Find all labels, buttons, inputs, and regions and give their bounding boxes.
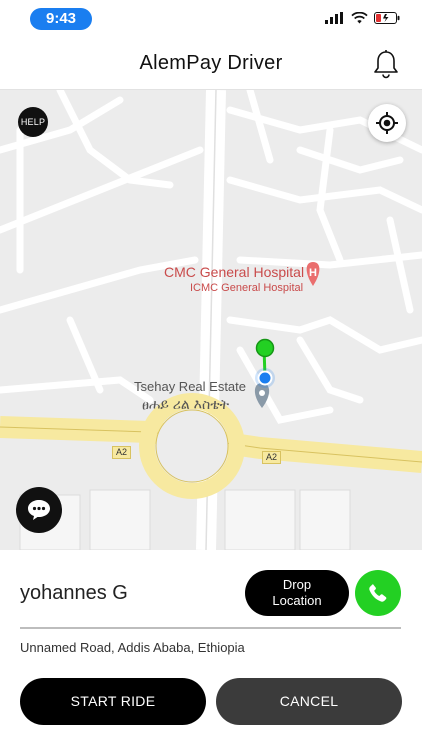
my-location-button[interactable]	[368, 104, 406, 142]
start-ride-button[interactable]: START RIDE	[20, 678, 206, 725]
estate-name-label: Tsehay Real Estate	[134, 379, 247, 394]
help-button[interactable]: HELP	[18, 107, 48, 137]
call-button[interactable]	[355, 570, 401, 616]
drop-location-label-line2: Location	[272, 593, 322, 608]
estate-name-amharic-label: ፀሐይ ሪል እስቴት	[142, 396, 230, 412]
svg-text:H: H	[309, 267, 317, 279]
rider-name: yohannes G	[20, 582, 128, 604]
status-bar: 9:43	[0, 0, 422, 38]
cancel-button[interactable]: CANCEL	[216, 678, 402, 725]
battery-icon	[374, 12, 400, 24]
status-time: 9:43	[30, 8, 92, 30]
hospital-name-label: CMC General Hospital	[164, 264, 305, 280]
map-view[interactable]: H CMC General Hospital ICMC General Hosp…	[0, 90, 422, 550]
current-location-marker-icon	[255, 368, 275, 388]
app-header: AlemPay Driver	[0, 38, 422, 90]
cellular-signal-icon	[325, 12, 343, 24]
road-label-a2-right: A2	[262, 451, 282, 464]
drop-location-label-line1: Drop	[282, 577, 312, 592]
status-icons	[325, 12, 400, 24]
page-title: AlemPay Driver	[139, 52, 283, 74]
map-tiles: H	[0, 90, 422, 550]
bell-icon[interactable]	[370, 48, 402, 80]
crosshair-icon	[376, 112, 398, 134]
chat-button[interactable]	[16, 487, 62, 533]
hospital-subtitle-label: ICMC General Hospital	[190, 282, 304, 294]
drop-location-button[interactable]: Drop Location	[245, 570, 349, 616]
pickup-marker-icon	[255, 338, 275, 358]
pickup-address: Unnamed Road, Addis Ababa, Ethiopia	[20, 640, 245, 655]
wifi-icon	[351, 12, 368, 24]
phone-icon	[369, 584, 387, 602]
road-label-a2-left: A2	[112, 446, 132, 459]
divider	[20, 627, 401, 629]
chat-bubble-icon	[28, 500, 50, 520]
